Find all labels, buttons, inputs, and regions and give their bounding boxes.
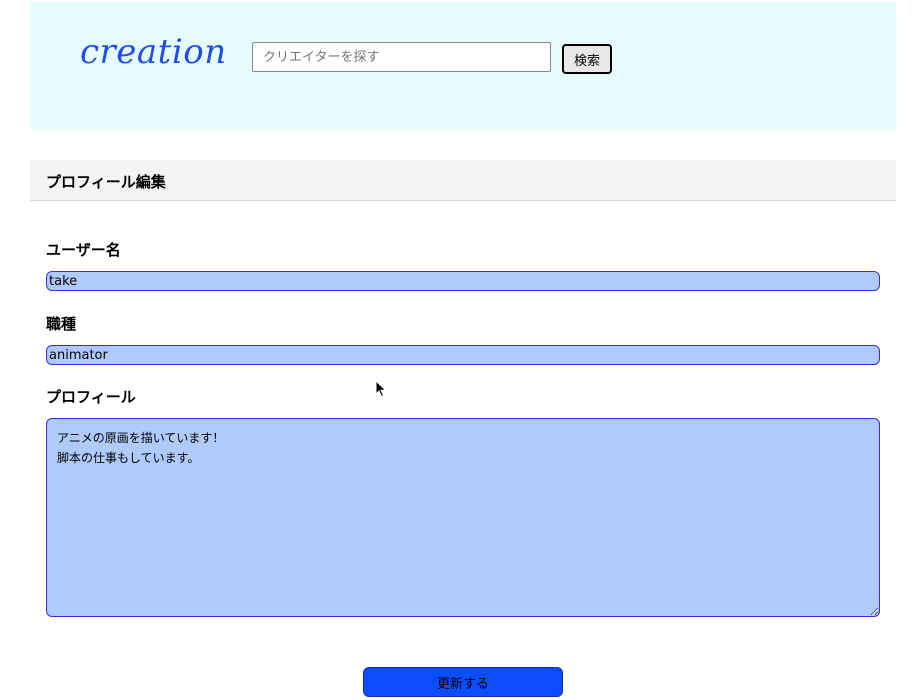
profile-label: プロフィール bbox=[46, 388, 136, 406]
update-button[interactable]: 更新する bbox=[363, 667, 563, 697]
creator-search-input[interactable] bbox=[252, 42, 551, 72]
username-field[interactable] bbox=[46, 271, 880, 291]
site-logo[interactable]: creation bbox=[80, 32, 227, 72]
job-field[interactable] bbox=[46, 345, 880, 365]
profile-textarea[interactable]: アニメの原画を描いています！ 脚本の仕事もしています。 bbox=[46, 418, 880, 617]
profile-edit-page: creation 検索 プロフィール編集 ユーザー名 職種 プロフィール アニメ… bbox=[0, 0, 918, 700]
page-title: プロフィール編集 bbox=[46, 173, 166, 191]
search-button[interactable]: 検索 bbox=[562, 44, 612, 74]
section-header: プロフィール編集 bbox=[30, 160, 896, 201]
mouse-cursor-icon bbox=[375, 380, 387, 398]
site-header: creation 検索 bbox=[30, 2, 896, 130]
job-label: 職種 bbox=[46, 315, 77, 333]
username-label: ユーザー名 bbox=[46, 241, 121, 259]
